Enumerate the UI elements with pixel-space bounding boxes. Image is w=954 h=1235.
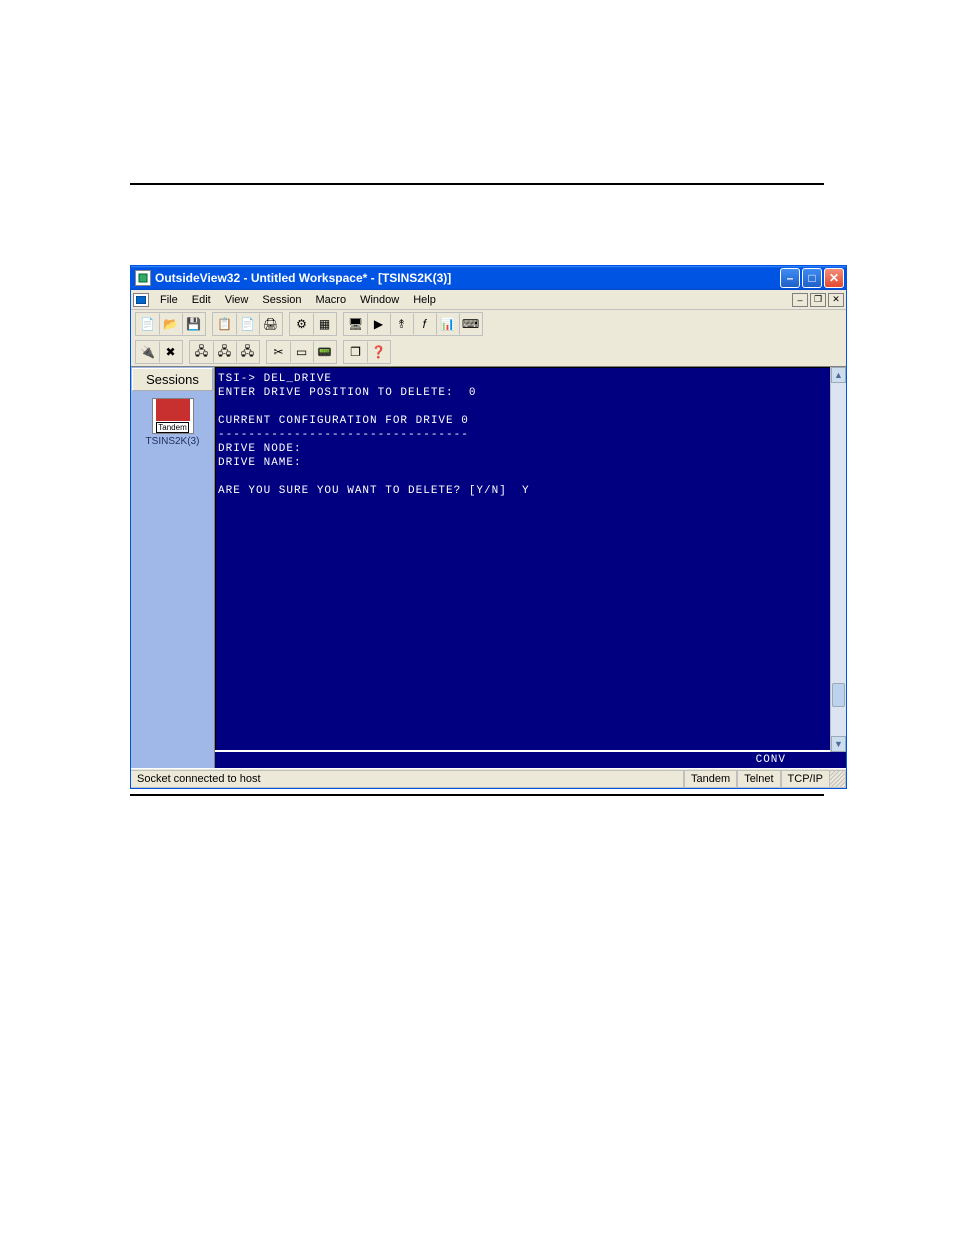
titlebar-text: OutsideView32 - Untitled Workspace* - [T… bbox=[155, 271, 780, 285]
close-button[interactable]: ✕ bbox=[824, 268, 844, 288]
session1-icon[interactable]: 🖧 bbox=[190, 341, 213, 363]
settings-icon[interactable]: ⚙ bbox=[290, 313, 313, 335]
status-protocol: Telnet bbox=[737, 770, 780, 788]
keyboard-icon[interactable]: ⌨ bbox=[459, 313, 482, 335]
window-controls: – □ ✕ bbox=[780, 268, 844, 288]
session2-icon[interactable]: 🖧 bbox=[213, 341, 236, 363]
status-transport: TCP/IP bbox=[781, 770, 830, 788]
status-session-type: Tandem bbox=[684, 770, 737, 788]
menubar: File Edit View Session Macro Window Help… bbox=[131, 290, 846, 310]
toolbar-row-2: 🔌 ✖ 🖧 🖧 🖧 ✂ ▭ 📟 ❐ ❓ bbox=[131, 338, 846, 366]
page-divider-top bbox=[130, 183, 824, 185]
mdi-close-button[interactable]: ✕ bbox=[828, 293, 844, 307]
binary-icon[interactable]: ⥉ bbox=[390, 313, 413, 335]
sessions-header[interactable]: Sessions bbox=[132, 368, 213, 391]
scroll-down-icon[interactable]: ▼ bbox=[831, 736, 846, 752]
window-icon[interactable]: ❐ bbox=[344, 341, 367, 363]
workarea: Sessions Tandem TSINS2K(3) TSI-> DEL_DRI… bbox=[131, 367, 846, 768]
tool1-icon[interactable]: ✂ bbox=[267, 341, 290, 363]
terminal-area: TSI-> DEL_DRIVE ENTER DRIVE POSITION TO … bbox=[215, 367, 846, 768]
grid-icon[interactable]: ▦ bbox=[313, 313, 336, 335]
terminal[interactable]: TSI-> DEL_DRIVE ENTER DRIVE POSITION TO … bbox=[215, 367, 846, 750]
document-icon[interactable] bbox=[133, 293, 149, 307]
tool2-icon[interactable]: ▭ bbox=[290, 341, 313, 363]
sessions-panel: Sessions Tandem TSINS2K(3) bbox=[131, 367, 215, 768]
session-item[interactable]: Tandem TSINS2K(3) bbox=[131, 392, 214, 453]
session-label: TSINS2K(3) bbox=[146, 436, 200, 447]
maximize-button[interactable]: □ bbox=[802, 268, 822, 288]
paste-icon[interactable]: 📄 bbox=[236, 313, 259, 335]
fx-icon[interactable]: 𝑓 bbox=[413, 313, 436, 335]
copy-icon[interactable]: 📋 bbox=[213, 313, 236, 335]
toolbar-row-1: 📄 📂 💾 📋 📄 🖨 ⚙ ▦ 🖥 ▶ ⥉ 𝑓 📊 ⌨ bbox=[131, 310, 846, 338]
toolbars: 📄 📂 💾 📋 📄 🖨 ⚙ ▦ 🖥 ▶ ⥉ 𝑓 📊 ⌨ bbox=[131, 310, 846, 367]
terminal-icon: Tandem bbox=[152, 398, 194, 434]
mdi-minimize-button[interactable]: – bbox=[792, 293, 808, 307]
app-icon bbox=[135, 270, 151, 286]
mdi-restore-button[interactable]: ❐ bbox=[810, 293, 826, 307]
statusbar: Socket connected to host Tandem Telnet T… bbox=[131, 768, 846, 788]
tool3-icon[interactable]: 📟 bbox=[313, 341, 336, 363]
titlebar[interactable]: OutsideView32 - Untitled Workspace* - [T… bbox=[131, 266, 846, 290]
menu-window[interactable]: Window bbox=[353, 292, 406, 308]
new-icon[interactable]: 📄 bbox=[136, 313, 159, 335]
save-icon[interactable]: 💾 bbox=[182, 313, 205, 335]
menu-edit[interactable]: Edit bbox=[185, 292, 218, 308]
chart-icon[interactable]: 📊 bbox=[436, 313, 459, 335]
print-icon[interactable]: 🖨 bbox=[259, 313, 282, 335]
minimize-button[interactable]: – bbox=[780, 268, 800, 288]
page-divider-bottom bbox=[130, 794, 824, 796]
session3-icon[interactable]: 🖧 bbox=[236, 341, 259, 363]
scroll-thumb[interactable] bbox=[832, 683, 845, 707]
session-icon-label: Tandem bbox=[156, 422, 188, 433]
vertical-scrollbar[interactable]: ▲ ▼ bbox=[830, 367, 846, 752]
app-window: OutsideView32 - Untitled Workspace* - [T… bbox=[130, 265, 847, 789]
status-main: Socket connected to host bbox=[131, 770, 684, 788]
play-icon[interactable]: ▶ bbox=[367, 313, 390, 335]
disconnect-icon[interactable]: ✖ bbox=[159, 341, 182, 363]
menu-macro[interactable]: Macro bbox=[309, 292, 354, 308]
mdi-controls: – ❐ ✕ bbox=[792, 293, 844, 307]
menu-file[interactable]: File bbox=[153, 292, 185, 308]
open-icon[interactable]: 📂 bbox=[159, 313, 182, 335]
scroll-up-icon[interactable]: ▲ bbox=[831, 367, 846, 383]
terminal-footer: CONV bbox=[215, 752, 846, 768]
connect-icon[interactable]: 🔌 bbox=[136, 341, 159, 363]
menu-session[interactable]: Session bbox=[255, 292, 308, 308]
menu-view[interactable]: View bbox=[218, 292, 256, 308]
screen-icon[interactable]: 🖥 bbox=[344, 313, 367, 335]
help-icon[interactable]: ❓ bbox=[367, 341, 390, 363]
resize-grip-icon[interactable] bbox=[830, 770, 846, 788]
menu-help[interactable]: Help bbox=[406, 292, 443, 308]
